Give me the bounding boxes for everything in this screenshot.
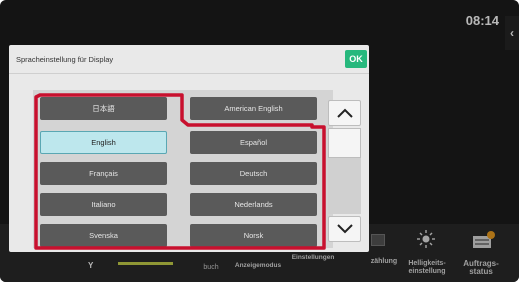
lang-button-japanese[interactable]: 日本語 [40,97,167,120]
lang-button-espanol[interactable]: Español [190,131,317,154]
chevron-down-icon [336,224,353,234]
lang-button-francais[interactable]: Français [40,162,167,185]
dialog-divider [9,73,369,74]
lang-button-english[interactable]: English [40,131,167,154]
ok-button[interactable]: OK [345,50,367,68]
lang-button-norsk[interactable]: Norsk [190,224,317,247]
lang-button-italiano[interactable]: Italiano [40,193,167,216]
lang-button-american-english[interactable]: American English [190,97,317,120]
chevron-up-icon [336,108,353,118]
device-screen: 08:14 ‹ Y buch Anzeigemodus Einstellunge… [0,0,519,282]
scrollbar-thumb[interactable] [328,128,361,158]
lang-button-deutsch[interactable]: Deutsch [190,162,317,185]
lang-button-nederlands[interactable]: Nederlands [190,193,317,216]
scroll-up-button[interactable] [328,100,361,126]
scroll-down-button[interactable] [328,216,361,242]
lang-button-svenska[interactable]: Svenska [40,224,167,247]
language-dialog: Spracheinstellung für Display OK 日本語 Ame… [9,45,369,252]
dialog-title: Spracheinstellung für Display [16,55,114,64]
